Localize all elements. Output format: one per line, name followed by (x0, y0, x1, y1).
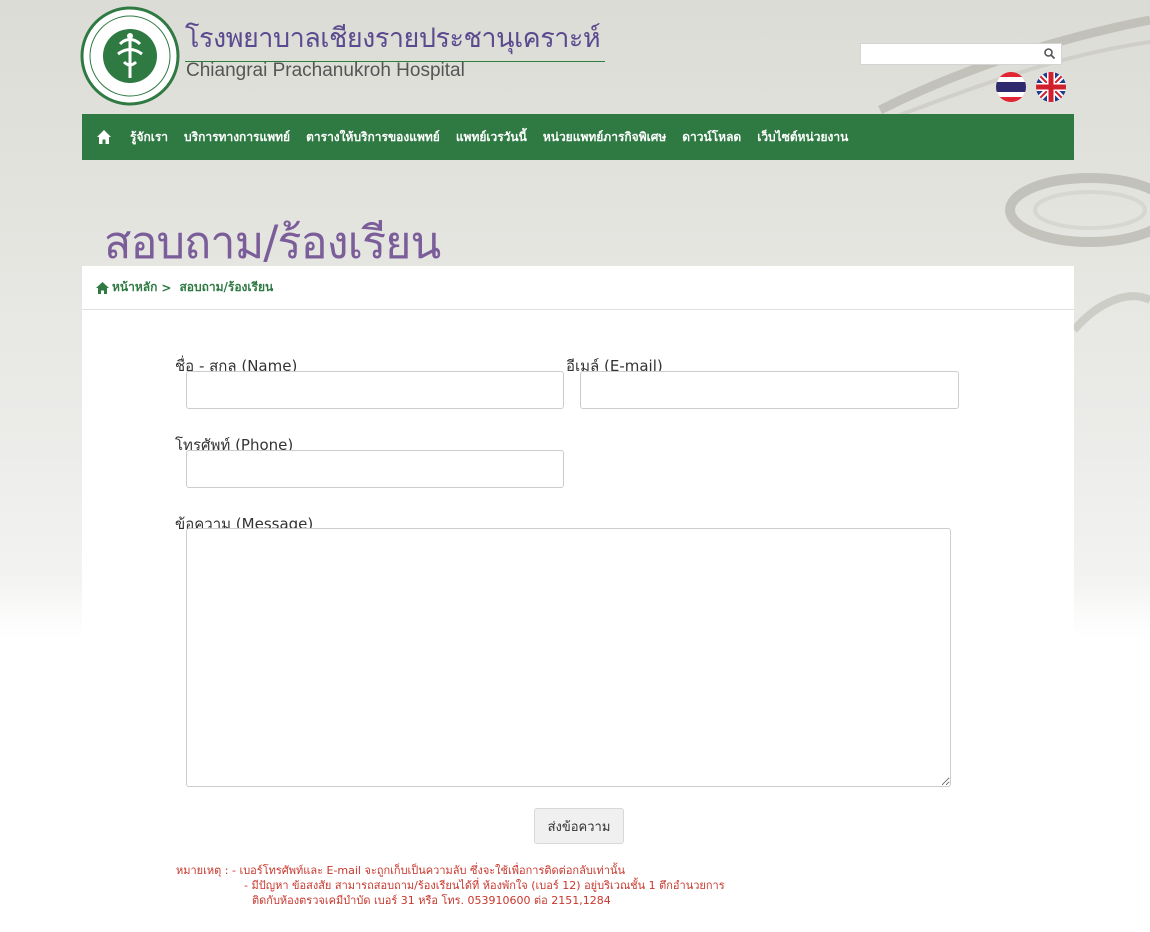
submit-button[interactable]: ส่งข้อความ (534, 808, 624, 844)
message-field[interactable] (186, 528, 951, 787)
note-line-2: - มีปัญหา ข้อสงสัย สามารถสอบถาม/ร้องเรีย… (244, 879, 725, 892)
nav-item-medical-services[interactable]: บริการทางการแพทย์ (184, 128, 290, 147)
breadcrumb: หน้าหลัก > สอบถาม/ร้องเรียน (82, 266, 1074, 310)
search-input[interactable] (861, 45, 1041, 66)
notes: หมายเหตุ : - เบอร์โทรศัพท์และ E-mail จะถ… (176, 863, 725, 908)
site-title-english[interactable]: Chiangrai Prachanukroh Hospital (186, 60, 465, 82)
search-box (860, 43, 1062, 66)
breadcrumb-separator: > (161, 280, 172, 295)
home-icon[interactable] (96, 129, 112, 145)
breadcrumb-current: สอบถาม/ร้องเรียน (179, 280, 274, 294)
thai-flag-icon[interactable] (996, 72, 1026, 102)
nav-item-download[interactable]: ดาวน์โหลด (682, 128, 741, 147)
nav-item-special-mission-unit[interactable]: หน่วยแพทย์ภารกิจพิเศษ (543, 128, 666, 147)
ministry-of-public-health-seal-icon[interactable] (80, 6, 180, 106)
name-field[interactable] (186, 371, 564, 409)
breadcrumb-home-link[interactable]: หน้าหลัก (112, 278, 157, 297)
note-line-1: หมายเหตุ : - เบอร์โทรศัพท์และ E-mail จะถ… (176, 864, 626, 877)
main-nav: รู้จักเรา บริการทางการแพทย์ ตารางให้บริก… (82, 114, 1074, 160)
nav-item-department-websites[interactable]: เว็บไซต์หน่วยงาน (757, 128, 848, 147)
site-title-thai[interactable]: โรงพยาบาลเชียงรายประชานุเคราะห์ (185, 16, 605, 62)
home-icon[interactable] (96, 281, 109, 294)
nav-item-doctor-on-duty[interactable]: แพทย์เวรวันนี้ (456, 128, 527, 147)
email-field[interactable] (580, 371, 959, 409)
note-line-3: ติดกับห้องตรวจเคมีบำบัด เบอร์ 31 หรือ โท… (252, 894, 611, 907)
search-icon[interactable] (1043, 47, 1057, 61)
content-panel: หน้าหลัก > สอบถาม/ร้องเรียน ชื่อ - สกุล … (82, 266, 1074, 932)
uk-flag-icon[interactable] (1036, 72, 1066, 102)
nav-item-doctor-schedule[interactable]: ตารางให้บริการของแพทย์ (306, 128, 440, 147)
nav-item-about[interactable]: รู้จักเรา (130, 128, 168, 147)
phone-field[interactable] (186, 450, 564, 488)
